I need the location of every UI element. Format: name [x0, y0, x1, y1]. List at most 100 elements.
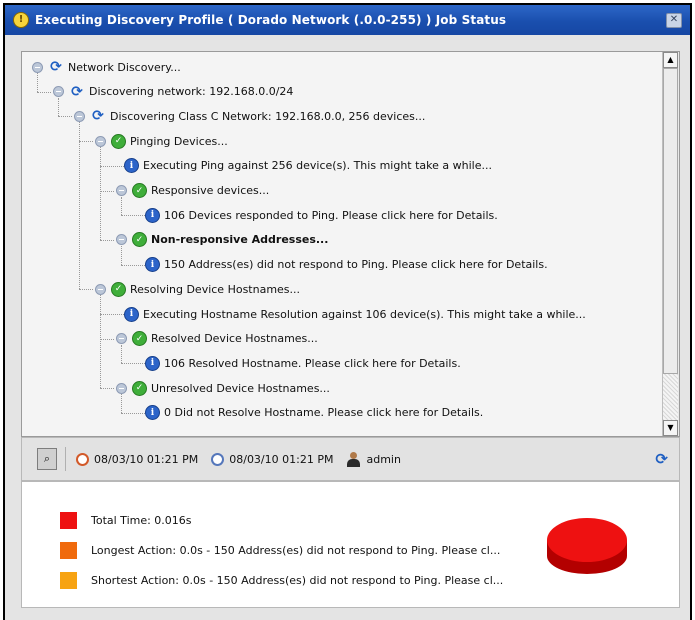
tree-node-label: Pinging Devices...: [130, 134, 228, 148]
tree-node[interactable]: ✓ Unresolved Device Hostnames...: [116, 378, 330, 398]
tree-node[interactable]: ⟳ Network Discovery...: [32, 57, 181, 77]
refresh-icon: ⟳: [92, 108, 104, 125]
tree-node-label: Executing Ping against 256 device(s). Th…: [143, 159, 492, 173]
scroll-track[interactable]: [663, 374, 678, 420]
legend-swatch: [60, 542, 77, 559]
legend-item-shortest-action: Shortest Action: 0.0s - 150 Address(es) …: [60, 572, 503, 589]
tree-node[interactable]: i 150 Address(es) did not respond to Ping…: [145, 255, 548, 275]
summary-panel: Total Time: 0.016s Longest Action: 0.0s …: [21, 481, 680, 608]
collapse-toggle-icon[interactable]: [116, 382, 127, 394]
start-time: 08/03/10 01:21 PM: [76, 452, 199, 466]
tree-node-label: Unresolved Device Hostnames...: [151, 381, 330, 395]
window-title: Executing Discovery Profile ( Dorado Net…: [35, 13, 507, 27]
tree-node-label: Network Discovery...: [68, 60, 181, 74]
start-clock-icon: [76, 452, 89, 466]
collapse-toggle-icon[interactable]: [116, 234, 127, 246]
pie-slice-total: [547, 518, 627, 562]
tree-node-label: Non-responsive Addresses...: [151, 233, 329, 247]
end-time: 08/03/10 01:21 PM: [211, 452, 334, 466]
info-icon: i: [124, 306, 139, 322]
tree-connector: [100, 147, 101, 240]
status-toolbar: ⌕ 08/03/10 01:21 PM 08/03/10 01:21 PM ad…: [21, 437, 680, 481]
end-time-label: 08/03/10 01:21 PM: [229, 452, 334, 466]
check-icon: ✓: [132, 331, 147, 347]
tree-connector: [58, 116, 72, 118]
tree-node[interactable]: ✓ Resolved Device Hostnames...: [116, 329, 318, 349]
legend-swatch: [60, 512, 77, 529]
user-label: admin: [366, 452, 401, 466]
tree-node-label: 106 Resolved Hostname. Please click here…: [164, 356, 461, 370]
tree-node-label: Discovering Class C Network: 192.168.0.0…: [110, 109, 426, 123]
info-icon: i: [124, 158, 139, 174]
tree-node-label: Executing Hostname Resolution against 10…: [143, 307, 586, 321]
refresh-icon: ⟳: [50, 59, 62, 75]
tree-connector: [79, 141, 93, 143]
check-icon: ✓: [111, 133, 126, 149]
info-icon: i: [145, 355, 160, 371]
vertical-scrollbar[interactable]: ▲ ▼: [662, 52, 679, 436]
info-icon: i: [145, 405, 160, 421]
tree-node[interactable]: ⟳ Discovering Class C Network: 192.168.0.…: [74, 106, 425, 126]
collapse-toggle-icon[interactable]: [95, 135, 106, 147]
tree-connector: [100, 388, 114, 390]
tree-node-label: 106 Devices responded to Ping. Please cl…: [164, 208, 498, 222]
close-button[interactable]: ✕: [666, 13, 682, 28]
binoculars-icon[interactable]: ⌕: [37, 448, 57, 470]
check-icon: ✓: [132, 380, 147, 396]
check-icon: ✓: [132, 183, 147, 198]
tree-node[interactable]: ✓ Pinging Devices...: [95, 131, 228, 151]
tree-node-label: Discovering network: 192.168.0.0/24: [89, 85, 294, 99]
info-icon: i: [145, 207, 160, 223]
toolbar-separator: [65, 447, 66, 471]
collapse-toggle-icon[interactable]: [74, 110, 85, 122]
check-icon: ✓: [111, 281, 126, 297]
tree-connector: [37, 91, 51, 93]
tree-node-label: Resolving Device Hostnames...: [130, 282, 301, 296]
tree-node-label: Responsive devices...: [151, 184, 270, 197]
tree-node[interactable]: i 106 Devices responded to Ping. Please c…: [145, 205, 498, 225]
tree-node-label: Resolved Device Hostnames...: [151, 332, 318, 346]
legend-label: Shortest Action: 0.0s - 150 Address(es) …: [91, 574, 504, 587]
tree-node[interactable]: ✓ Non-responsive Addresses...: [116, 230, 328, 250]
start-time-label: 08/03/10 01:21 PM: [94, 452, 199, 466]
legend-item-longest-action: Longest Action: 0.0s - 150 Address(es) d…: [60, 542, 500, 559]
collapse-toggle-icon[interactable]: [53, 86, 64, 98]
tree-node[interactable]: i Executing Ping against 256 device(s). T…: [124, 156, 492, 176]
scroll-down-button[interactable]: ▼: [663, 420, 678, 436]
collapse-toggle-icon[interactable]: [32, 61, 43, 73]
collapse-toggle-icon[interactable]: [95, 283, 106, 295]
user: admin: [346, 451, 401, 467]
tree-node[interactable]: ✓ Resolving Device Hostnames...: [95, 279, 300, 299]
legend-swatch: [60, 572, 77, 589]
tree-node[interactable]: i Executing Hostname Resolution against 1…: [124, 304, 586, 324]
tree-connector: [100, 338, 114, 340]
collapse-toggle-icon[interactable]: [116, 333, 127, 345]
job-tree: ⟳ Network Discovery... ⟳ Discovering networ…: [22, 52, 664, 436]
user-icon: [346, 451, 361, 467]
tree-connector: [79, 122, 80, 290]
discovery-shield-icon: !: [13, 12, 29, 28]
tree-node[interactable]: i 106 Resolved Hostname. Please click her…: [145, 353, 461, 373]
tree-connector: [100, 239, 114, 241]
job-tree-panel: ⟳ Network Discovery... ⟳ Discovering networ…: [21, 51, 680, 437]
tree-connector: [79, 289, 93, 291]
tree-connector: [100, 190, 114, 192]
title-bar[interactable]: ! Executing Discovery Profile ( Dorado N…: [5, 5, 690, 35]
tree-node[interactable]: ✓ Responsive devices...: [116, 181, 269, 201]
tree-node-label: 150 Address(es) did not respond to Ping.…: [164, 258, 548, 272]
legend-item-total-time: Total Time: 0.016s: [60, 512, 192, 529]
refresh-icon[interactable]: ⟳: [655, 450, 668, 468]
scroll-thumb[interactable]: [663, 68, 678, 374]
timing-pie-chart: [547, 518, 627, 574]
legend-label: Longest Action: 0.0s - 150 Address(es) d…: [91, 544, 501, 557]
check-icon: ✓: [132, 232, 147, 248]
collapse-toggle-icon[interactable]: [116, 185, 127, 196]
tree-node[interactable]: i 0 Did not Resolve Hostname. Please clic…: [145, 403, 483, 423]
legend-label: Total Time: 0.016s: [91, 514, 192, 527]
tree-node-label: 0 Did not Resolve Hostname. Please click…: [164, 406, 484, 420]
info-icon: i: [145, 257, 160, 273]
tree-node[interactable]: ⟳ Discovering network: 192.168.0.0/24: [53, 82, 293, 102]
tree-connector: [100, 295, 101, 389]
scroll-up-button[interactable]: ▲: [663, 52, 678, 68]
end-clock-icon: [211, 452, 225, 466]
